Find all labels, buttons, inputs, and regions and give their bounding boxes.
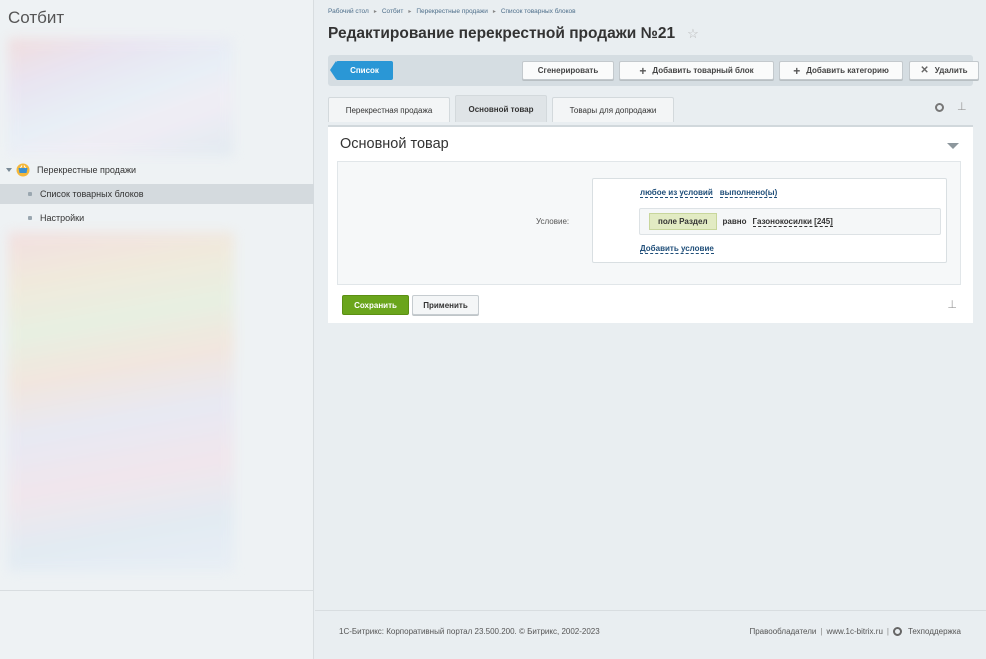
panel-title: Основной товар — [340, 136, 449, 152]
button-label: Добавить товарный блок — [652, 66, 754, 75]
sidebar-item-product-blocks[interactable]: Список товарных блоков — [0, 184, 314, 204]
main-content: Рабочий стол ▸ Сотбит ▸ Перекрестные про… — [315, 0, 986, 659]
add-product-block-button[interactable]: + Добавить товарный блок — [619, 61, 774, 80]
button-label: Сгенерировать — [537, 66, 599, 75]
sidebar-item-cross-sales[interactable]: Перекрестные продажи — [6, 162, 136, 178]
sidebar-item-label: Список товарных блоков — [40, 189, 144, 199]
page-title-text: Редактирование перекрестной продажи №21 — [328, 25, 676, 42]
sidebar-item-label: Перекрестные продажи — [37, 165, 136, 175]
tab-bar: Перекрестная продажа Основной товар Това… — [328, 95, 973, 125]
button-label: Добавить категорию — [806, 66, 889, 75]
plus-icon: + — [793, 63, 801, 78]
support-link[interactable]: Техподдержка — [908, 627, 961, 636]
sidebar-item-settings[interactable]: Настройки — [0, 208, 314, 228]
button-label: Удалить — [934, 66, 968, 75]
breadcrumb-link[interactable]: Перекрестные продажи — [416, 8, 488, 15]
breadcrumb-link[interactable]: Рабочий стол — [328, 8, 369, 15]
delete-button[interactable]: ✕ Удалить — [909, 61, 979, 80]
support-icon — [892, 627, 902, 636]
chevron-right-icon: ▸ — [492, 9, 496, 15]
pin-icon[interactable]: ⊥ — [947, 298, 957, 311]
plus-icon: + — [639, 63, 647, 78]
tab-cross-sale[interactable]: Перекрестная продажа — [328, 97, 450, 122]
divider — [0, 590, 314, 591]
page-title: Редактирование перекрестной продажи №21 … — [328, 25, 699, 43]
sidebar: Сотбит Перекрестные продажи Список товар… — [0, 0, 314, 659]
site-link[interactable]: www.1c-bitrix.ru — [826, 627, 882, 636]
pin-icon[interactable]: ⊥ — [957, 100, 967, 113]
add-category-button[interactable]: + Добавить категорию — [779, 61, 903, 80]
breadcrumb-link[interactable]: Список товарных блоков — [501, 8, 576, 15]
list-button[interactable]: Список — [330, 61, 393, 80]
chevron-right-icon: ▸ — [408, 9, 412, 15]
footer-links: Правообладатели | www.1c-bitrix.ru | Тех… — [749, 627, 961, 636]
bullet-icon — [28, 216, 32, 220]
bullet-icon — [28, 192, 32, 196]
app-title: Сотбит — [8, 8, 65, 27]
main-product-panel: Основной товар Условие: любое из условий… — [328, 125, 973, 323]
footer: 1С-Битрикс: Корпоративный портал 23.500.… — [315, 610, 986, 659]
tab-upsell-products[interactable]: Товары для допродажи — [552, 97, 674, 122]
footer-copyright: 1С-Битрикс: Корпоративный портал 23.500.… — [339, 627, 600, 636]
operator-selector[interactable]: равно — [723, 217, 747, 226]
tab-main-product[interactable]: Основной товар — [455, 95, 547, 122]
generate-button[interactable]: Сгенерировать — [522, 61, 614, 80]
close-icon: ✕ — [920, 65, 929, 76]
collapse-icon[interactable] — [947, 143, 959, 149]
value-selector[interactable]: Газонокосилки [245] — [752, 217, 833, 227]
apply-button[interactable]: Применить — [412, 295, 479, 315]
breadcrumb-link[interactable]: Сотбит — [382, 8, 403, 15]
separator: | — [820, 627, 823, 636]
star-icon[interactable]: ☆ — [687, 26, 699, 42]
condition-group-header: любое из условий выполнено(ы) — [640, 188, 778, 198]
save-button[interactable]: Сохранить — [342, 295, 409, 315]
condition-label: Условие: — [536, 217, 570, 226]
condition-group: любое из условий выполнено(ы) поле Разде… — [592, 178, 947, 263]
gear-icon[interactable] — [935, 103, 944, 112]
separator: | — [886, 627, 889, 636]
rights-link[interactable]: Правообладатели — [749, 627, 816, 636]
blurred-menu-area — [8, 38, 233, 156]
breadcrumb: Рабочий стол ▸ Сотбит ▸ Перекрестные про… — [328, 8, 576, 15]
fulfilled-selector[interactable]: выполнено(ы) — [719, 188, 778, 198]
field-tag[interactable]: поле Раздел — [649, 213, 717, 230]
any-conditions-selector[interactable]: любое из условий — [640, 188, 713, 198]
basket-icon — [15, 163, 31, 177]
chevron-down-icon[interactable] — [6, 168, 12, 172]
chevron-right-icon: ▸ — [373, 9, 377, 15]
condition-row: поле Раздел равно Газонокосилки [245] — [639, 208, 941, 235]
sidebar-item-label: Настройки — [40, 213, 85, 223]
blurred-menu-area — [8, 232, 234, 572]
toolbar: Список Сгенерировать + Добавить товарный… — [328, 55, 979, 86]
add-condition-link[interactable]: Добавить условие — [640, 244, 714, 254]
